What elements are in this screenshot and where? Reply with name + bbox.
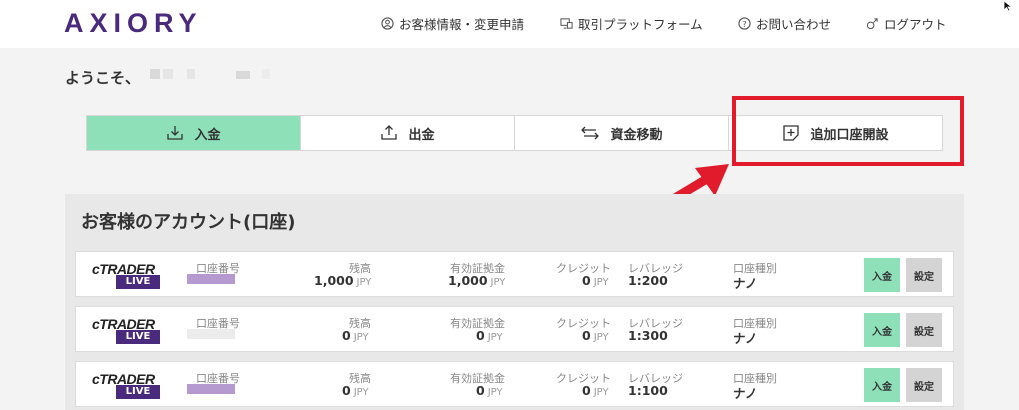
axiory-logo[interactable]: AXIORY — [64, 8, 203, 39]
row-deposit-button[interactable]: 入金 — [864, 368, 900, 402]
account-row: cTRADER LIVE 口座番号 残高 0 JPY 有効証拠金 0 JPY クレジ… — [75, 306, 954, 352]
accounts-title: お客様のアカウント(口座) — [81, 212, 296, 233]
monitor-icon — [560, 18, 573, 29]
margin-value: 0 JPY — [476, 328, 503, 343]
type-value: ナノ — [733, 386, 758, 401]
svg-text:?: ? — [742, 19, 746, 29]
leverage-value: 1:200 — [628, 273, 668, 288]
margin-value: 1,000 JPY — [448, 273, 506, 288]
ctrader-logo: cTRADER LIVE — [90, 259, 160, 295]
deposit-label: 入金 — [194, 127, 221, 143]
row-settings-button[interactable]: 設定 — [906, 313, 942, 347]
credit-value: 0 JPY — [582, 273, 609, 288]
type-value: ナノ — [733, 276, 758, 291]
transfer-label: 資金移動 — [610, 127, 663, 143]
transfer-icon — [581, 126, 600, 140]
person-circle-icon — [381, 17, 394, 30]
nav-label: お客様情報・変更申請 — [399, 17, 525, 32]
question-circle-icon: ? — [738, 17, 751, 30]
nav-label: お問い合わせ — [756, 17, 832, 32]
leverage-value: 1:300 — [628, 328, 668, 343]
deposit-icon — [167, 126, 184, 140]
nav-trading-platform[interactable]: 取引プラットフォーム — [560, 14, 703, 33]
nav-label: ログアウト — [884, 17, 947, 32]
live-badge: LIVE — [116, 385, 160, 399]
deposit-button[interactable]: 入金 — [87, 116, 301, 150]
credit-value: 0 JPY — [582, 328, 609, 343]
balance-value: 0 JPY — [342, 328, 369, 343]
logout-icon — [866, 18, 878, 30]
ctrader-logo: cTRADER LIVE — [90, 369, 160, 405]
account-no-redacted — [187, 274, 235, 284]
ctrader-logo: cTRADER LIVE — [90, 314, 160, 350]
account-no-redacted — [187, 329, 235, 339]
account-row: cTRADER LIVE 口座番号 残高 0 JPY 有効証拠金 0 JPY クレジ… — [75, 361, 954, 407]
nav-label: 取引プラットフォーム — [578, 17, 703, 32]
account-no-redacted — [187, 384, 235, 394]
nav-logout[interactable]: ログアウト — [866, 14, 947, 33]
row-deposit-button[interactable]: 入金 — [864, 258, 900, 292]
nav-account-info[interactable]: お客様情報・変更申請 — [381, 14, 524, 33]
row-settings-button[interactable]: 設定 — [906, 368, 942, 402]
withdraw-icon — [381, 125, 398, 140]
account-row: cTRADER LIVE 口座番号 残高 1,000 JPY 有効証拠金 1,00… — [75, 251, 954, 297]
credit-value: 0 JPY — [582, 383, 609, 398]
balance-value: 1,000 JPY — [314, 273, 372, 288]
highlight-box — [732, 96, 964, 166]
withdraw-button[interactable]: 出金 — [301, 116, 515, 150]
live-badge: LIVE — [116, 330, 160, 344]
balance-value: 0 JPY — [342, 383, 369, 398]
margin-value: 0 JPY — [476, 383, 503, 398]
row-settings-button[interactable]: 設定 — [906, 258, 942, 292]
nav-contact[interactable]: ? お問い合わせ — [738, 14, 831, 33]
transfer-button[interactable]: 資金移動 — [515, 116, 729, 150]
live-badge: LIVE — [116, 275, 160, 289]
withdraw-label: 出金 — [408, 127, 435, 143]
mouse-cursor-icon — [1003, 0, 1013, 12]
welcome-text: ようこそ、 — [65, 69, 141, 87]
leverage-value: 1:100 — [628, 383, 668, 398]
top-bar: AXIORY お客様情報・変更申請 取引プラットフォーム ? お問い合わせ ログ… — [0, 0, 1019, 48]
type-value: ナノ — [733, 331, 758, 346]
row-deposit-button[interactable]: 入金 — [864, 313, 900, 347]
